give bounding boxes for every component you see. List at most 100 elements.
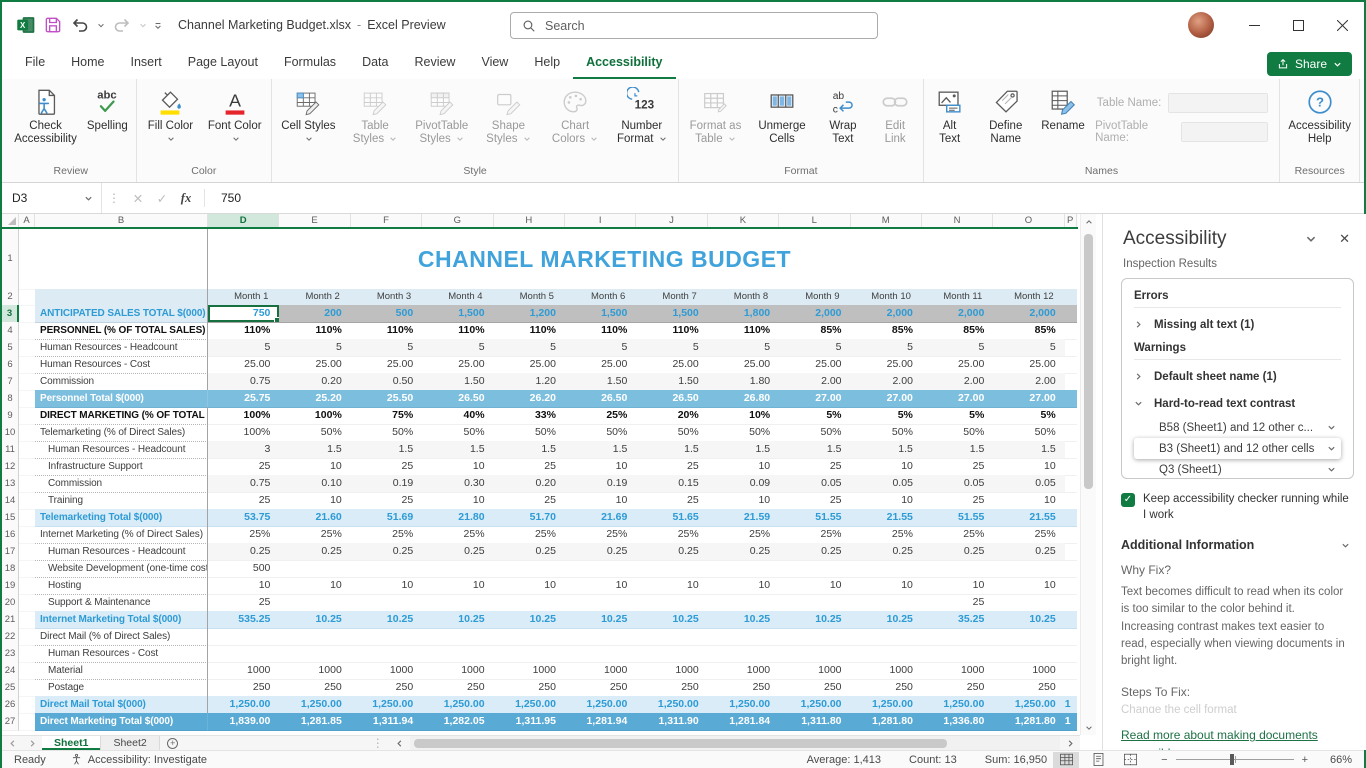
sheet-nav-right-icon[interactable] [22,736,42,750]
cell-m24[interactable]: 1000 [851,662,922,680]
row-header-8[interactable]: 8 [2,390,19,408]
cell-e26[interactable]: 1,250.00 [279,696,350,714]
ribbon-wrap-text-button[interactable]: abcWrap Text [815,81,870,148]
cell-b6[interactable]: Human Resources - Cost [35,356,208,374]
cell-m26[interactable]: 1,250.00 [851,696,922,714]
cell-h25[interactable]: 250 [494,679,565,697]
cell-l24[interactable]: 1000 [779,662,850,680]
cell-m20[interactable] [851,594,922,612]
cell-i17[interactable]: 0.25 [565,543,636,561]
cell-n17[interactable]: 0.25 [922,543,993,561]
cell-p22[interactable] [1065,628,1077,646]
row-header-13[interactable]: 13 [2,475,19,493]
cell-o20[interactable] [993,594,1064,612]
cell-e11[interactable]: 1.5 [279,441,350,459]
cell-p1[interactable] [1065,229,1077,290]
cell-f22[interactable] [351,628,422,646]
cell-f25[interactable]: 250 [351,679,422,697]
share-button[interactable]: Share [1267,52,1352,76]
cell-p23[interactable] [1065,645,1077,663]
cell-p2[interactable] [1065,289,1077,306]
cell-f6[interactable]: 25.00 [351,356,422,374]
status-accessibility[interactable]: Accessibility: Investigate [88,754,207,766]
cell-j14[interactable]: 25 [636,492,707,510]
cell-j24[interactable]: 1000 [636,662,707,680]
cell-k26[interactable]: 1,250.00 [708,696,779,714]
cell-b24[interactable]: Material [35,662,208,680]
row-header-1[interactable]: 1 [2,229,19,290]
cell-j17[interactable]: 0.25 [636,543,707,561]
cell-f10[interactable]: 50% [351,424,422,442]
cell-e13[interactable]: 0.10 [279,475,350,493]
cell-d8[interactable]: 25.75 [208,390,279,408]
cell-i27[interactable]: 1,281.94 [565,713,636,731]
cell-k17[interactable]: 0.25 [708,543,779,561]
cell-i22[interactable] [565,628,636,646]
cell-f8[interactable]: 25.50 [351,390,422,408]
cell-n12[interactable]: 25 [922,458,993,476]
ribbon-unmerge-cells-button[interactable]: Unmerge Cells [749,81,816,148]
cell-b23[interactable]: Human Resources - Cost [35,645,208,663]
cell-j22[interactable] [636,628,707,646]
cell-b1[interactable] [35,229,208,290]
cell-e8[interactable]: 25.20 [279,390,350,408]
cell-o18[interactable] [993,560,1064,578]
cell-o4[interactable]: 85% [993,322,1064,340]
cell-a22[interactable] [19,628,35,646]
formula-input[interactable]: 750 [211,191,1364,205]
row-header-15[interactable]: 15 [2,509,19,527]
pane-collapse-icon[interactable] [1305,233,1317,245]
cell-e22[interactable] [279,628,350,646]
month-header-1[interactable]: Month 1 [208,289,279,306]
cell-f20[interactable] [351,594,422,612]
ribbon-alt-text-button[interactable]: Alt Text [927,81,973,148]
cell-d13[interactable]: 0.75 [208,475,279,493]
month-header-12[interactable]: Month 12 [993,289,1064,306]
cell-j15[interactable]: 51.65 [636,509,707,527]
cell-l7[interactable]: 2.00 [779,373,850,391]
zoom-level[interactable]: 66% [1318,754,1352,766]
cell-o7[interactable]: 2.00 [993,373,1064,391]
cell-a20[interactable] [19,594,35,612]
cell-f24[interactable]: 1000 [351,662,422,680]
cell-j26[interactable]: 1,250.00 [636,696,707,714]
cell-i21[interactable]: 10.25 [565,611,636,629]
cell-k6[interactable]: 25.00 [708,356,779,374]
cell-h20[interactable] [494,594,565,612]
cell-m15[interactable]: 21.55 [851,509,922,527]
cell-d20[interactable]: 25 [208,594,279,612]
cell-o15[interactable]: 21.55 [993,509,1064,527]
cell-p4[interactable] [1065,322,1077,340]
cell-g21[interactable]: 10.25 [422,611,493,629]
cell-j20[interactable] [636,594,707,612]
cell-p12[interactable] [1065,458,1077,476]
cell-p16[interactable] [1065,526,1077,544]
cell-f26[interactable]: 1,250.00 [351,696,422,714]
cell-l6[interactable]: 25.00 [779,356,850,374]
cell-n26[interactable]: 1,250.00 [922,696,993,714]
cell-g9[interactable]: 40% [422,407,493,425]
cell-e9[interactable]: 100% [279,407,350,425]
cell-e12[interactable]: 10 [279,458,350,476]
cell-h22[interactable] [494,628,565,646]
cell-n5[interactable]: 5 [922,339,993,357]
cell-f23[interactable] [351,645,422,663]
cell-j5[interactable]: 5 [636,339,707,357]
name-box[interactable]: D3 [2,183,102,213]
cell-l5[interactable]: 5 [779,339,850,357]
cell-e5[interactable]: 5 [279,339,350,357]
cell-b5[interactable]: Human Resources - Headcount [35,339,208,357]
cell-b20[interactable]: Support & Maintenance [35,594,208,612]
cell-b16[interactable]: Internet Marketing (% of Direct Sales) [35,526,208,544]
cell-m19[interactable]: 10 [851,577,922,595]
cell-d6[interactable]: 25.00 [208,356,279,374]
cell-o27[interactable]: 1,281.80 [993,713,1064,731]
cell-h19[interactable]: 10 [494,577,565,595]
cell-o5[interactable]: 5 [993,339,1064,357]
cell-o13[interactable]: 0.05 [993,475,1064,493]
cell-a18[interactable] [19,560,35,578]
cell-h3[interactable]: 1,200 [494,305,565,323]
cell-i23[interactable] [565,645,636,663]
scroll-left-icon[interactable] [390,739,410,748]
cell-l26[interactable]: 1,250.00 [779,696,850,714]
